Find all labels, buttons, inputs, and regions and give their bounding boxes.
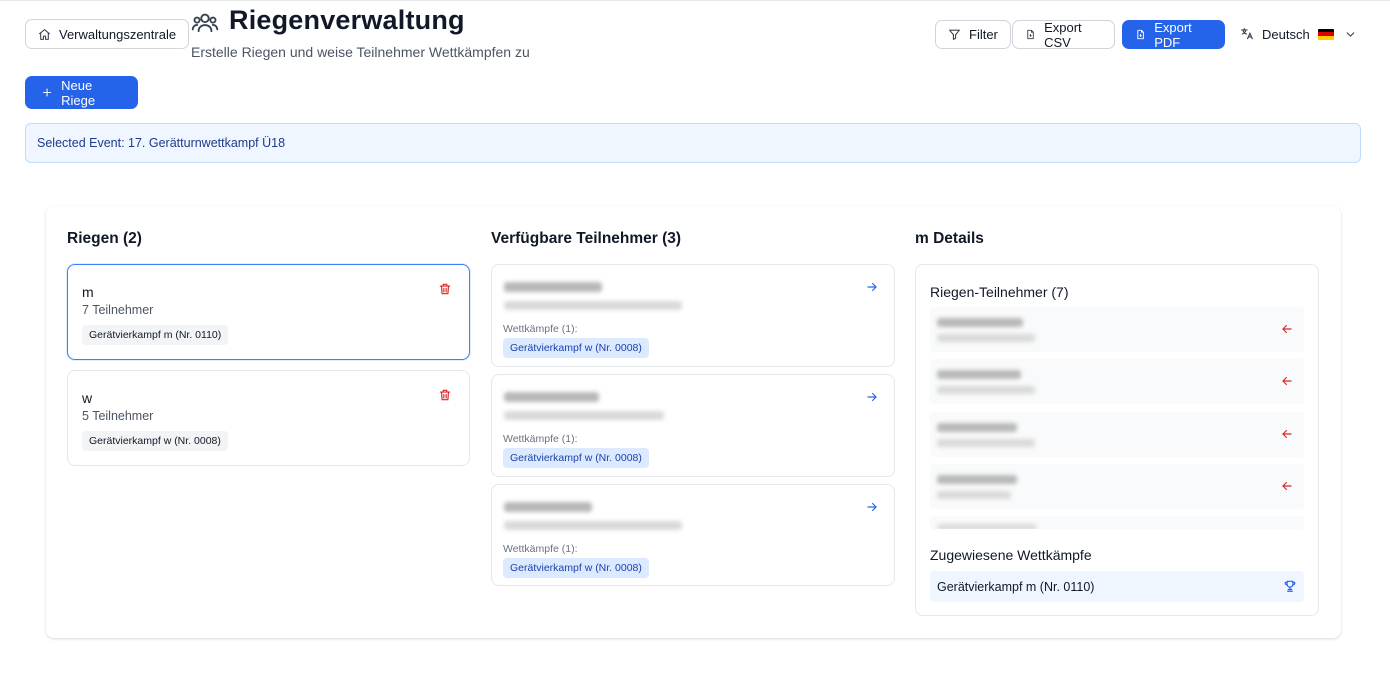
export-pdf-label: Export PDF [1154,19,1192,50]
export-pdf-button[interactable]: Export PDF [1122,19,1225,50]
riege-card-w[interactable]: w 5 Teilnehmer Gerätvierkampf w (Nr. 000… [67,370,470,466]
participant-info-redacted [504,411,664,420]
language-label: Deutsch [1262,26,1310,42]
trophy-icon [1284,580,1296,592]
plus-icon [43,88,52,97]
arrow-left-icon[interactable] [1280,374,1294,388]
member-name-redacted [937,318,1023,327]
riege-count: 7 Teilnehmer [82,303,154,317]
trash-icon[interactable] [438,388,452,402]
new-riege-label: Neue Riege [61,77,96,108]
participant-card[interactable]: Wettkämpfe (1): Gerätvierkampf w (Nr. 00… [491,374,895,477]
page-title: Riegenverwaltung [229,5,465,35]
riege-name: m [82,284,94,300]
trash-icon[interactable] [438,282,452,296]
member-name-redacted [937,524,1037,529]
export-csv-label: Export CSV [1044,19,1082,50]
competition-badge: Gerätvierkampf m (Nr. 0110) [82,325,229,345]
competitions-label: Wettkämpfe (1): [503,433,578,445]
competition-badge: Gerätvierkampf w (Nr. 0008) [503,338,649,358]
filter-label: Filter [969,27,998,42]
participant-name-redacted [504,502,592,512]
member-row [930,412,1304,457]
riege-card-m[interactable]: m 7 Teilnehmer Gerätvierkampf m (Nr. 011… [67,264,470,360]
home-button[interactable]: Verwaltungszentrale [25,19,190,49]
arrow-right-icon[interactable] [865,280,879,294]
home-icon [39,28,50,40]
export-csv-button[interactable]: Export CSV [1012,19,1115,50]
member-row [930,307,1304,352]
member-name-redacted [937,423,1017,432]
filter-icon [949,29,960,40]
filter-button[interactable]: Filter [935,20,1011,49]
users-icon [191,13,219,33]
member-info-redacted [937,386,1035,394]
file-icon [1027,29,1034,40]
member-info-redacted [937,334,1035,342]
member-info-redacted [937,491,1011,499]
arrow-right-icon[interactable] [865,500,879,514]
selected-event-banner: Selected Event: 17. Gerätturnwettkampf Ü… [25,123,1361,163]
competition-badge: Gerätvierkampf w (Nr. 0008) [82,431,228,451]
assigned-competition-label: Gerätvierkampf m (Nr. 0110) [937,579,1095,594]
arrow-left-icon[interactable] [1280,322,1294,336]
assigned-title: Zugewiesene Wettkämpfe [930,547,1092,563]
competition-badge: Gerätvierkampf w (Nr. 0008) [503,558,649,578]
member-name-redacted [937,475,1017,484]
riegen-title: Riegen (2) [67,230,142,247]
participant-card[interactable]: Wettkämpfe (1): Gerätvierkampf w (Nr. 00… [491,484,895,586]
riege-count: 5 Teilnehmer [82,409,154,423]
participant-info-redacted [504,301,682,310]
page-subtitle: Erstelle Riegen und weise Teilnehmer Wet… [191,44,530,60]
translate-icon [1241,28,1253,40]
german-flag-icon [1317,28,1334,40]
participant-name-redacted [504,282,602,292]
competitions-label: Wettkämpfe (1): [503,323,578,335]
details-card: Riegen-Teilnehmer (7) Zugewiesene Wettkä… [915,264,1319,616]
member-row [930,464,1304,509]
competitions-label: Wettkämpfe (1): [503,543,578,555]
arrow-left-icon[interactable] [1280,479,1294,493]
available-title: Verfügbare Teilnehmer (3) [491,230,682,247]
member-name-redacted [937,370,1021,379]
participant-name-redacted [504,392,599,402]
new-riege-button[interactable]: Neue Riege [25,76,138,109]
members-title: Riegen-Teilnehmer (7) [930,284,1069,300]
arrow-right-icon[interactable] [865,390,879,404]
participant-info-redacted [504,521,682,530]
competition-badge: Gerätvierkampf w (Nr. 0008) [503,448,649,468]
assigned-competition-row: Gerätvierkampf m (Nr. 0110) [930,571,1304,602]
details-title: m Details [915,230,984,247]
file-icon [1137,29,1144,40]
member-row [930,359,1304,404]
chevron-down-icon [1346,31,1354,37]
member-info-redacted [937,439,1035,447]
home-button-label: Verwaltungszentrale [59,26,177,42]
arrow-left-icon[interactable] [1280,427,1294,441]
main-panel: Riegen (2) m 7 Teilnehmer Gerätvierkampf… [46,206,1341,638]
language-selector[interactable]: Deutsch [1240,23,1357,45]
riege-name: w [82,390,93,406]
participant-card[interactable]: Wettkämpfe (1): Gerätvierkampf w (Nr. 00… [491,264,895,367]
member-row [930,516,1304,529]
